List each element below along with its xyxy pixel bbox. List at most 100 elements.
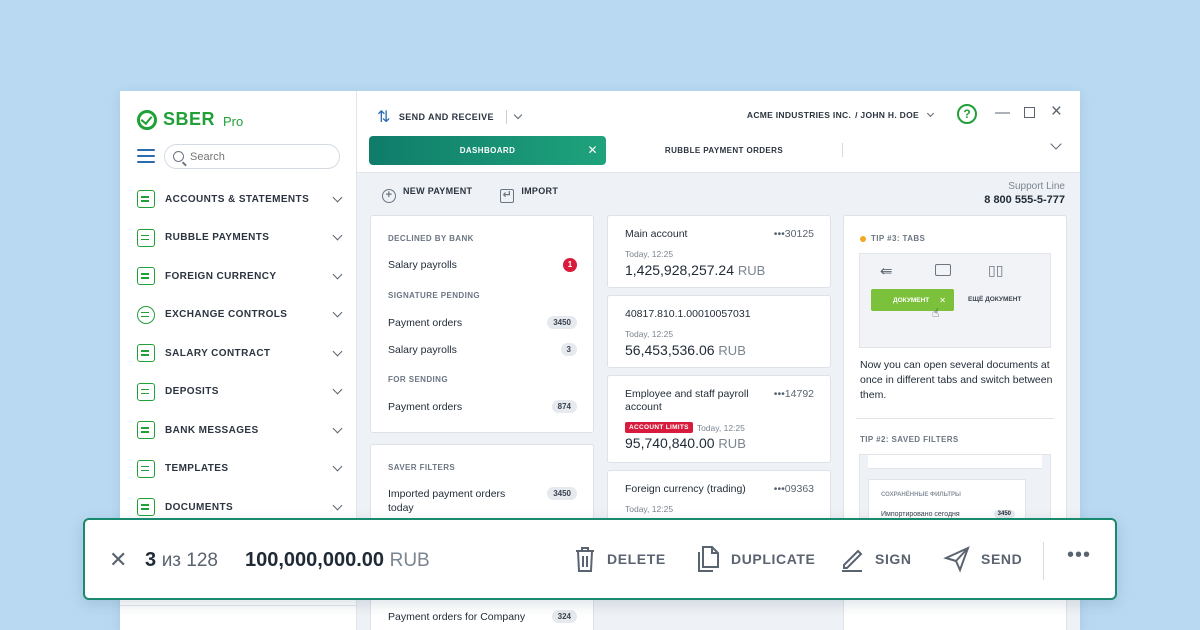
sign-label: SIGN (875, 551, 912, 567)
sidebar-item-label: EXCHANGE CONTROLS (165, 309, 288, 321)
new-payment-label: NEW PAYMENT (403, 186, 473, 196)
account-limits-badge: ACCOUNT LIMITS (625, 422, 693, 433)
account-date: Today, 12:25 (625, 504, 674, 514)
chevron-down-icon (332, 307, 343, 318)
account-card[interactable]: 40817.810.1.00010057031 Today, 12:25 56,… (607, 295, 831, 368)
mail-icon (137, 421, 155, 440)
maximize-icon[interactable] (1024, 107, 1035, 118)
trash-icon (576, 547, 594, 572)
tip2-title: TIP #2: SAVED FILTERS (860, 435, 959, 444)
paper-plane-icon (943, 546, 970, 573)
duplicate-button[interactable]: DUPLICATE (695, 545, 815, 573)
support-phone[interactable]: 8 800 555-5-777 (984, 194, 1065, 206)
list-item[interactable]: Imported payment orders today 3450 (388, 487, 577, 515)
send-button[interactable]: SEND (943, 545, 1022, 573)
import-button[interactable]: ↵ IMPORT (500, 186, 558, 203)
divider (505, 110, 507, 124)
count-badge: 324 (551, 610, 577, 623)
declined-title: DECLINED BY BANK (388, 234, 474, 243)
account-card[interactable]: Main account •••30125 Today, 12:25 1,425… (607, 215, 831, 288)
cursor-icon: ☝ (932, 306, 940, 320)
list-item[interactable]: Payment orders 3450 (388, 316, 577, 329)
tip3-text: Now you can open several documents at on… (860, 359, 1053, 401)
send-receive-button[interactable]: ⇅ SEND AND RECEIVE (377, 107, 523, 127)
account-switcher[interactable]: ACME INDUSTRIES INC. / JOHN H. DOE (746, 109, 935, 120)
list-item[interactable]: Payment orders for Company 324 (388, 610, 577, 623)
tab-rubble-payment-orders[interactable]: RUBBLE PAYMENT ORDERS (606, 136, 842, 165)
send-label: SEND (981, 551, 1023, 567)
amount-value: 1,425,928,257.24 (625, 262, 734, 278)
chevron-down-icon (332, 423, 343, 434)
selection-sum: 100,000,000.00 RUB (245, 549, 430, 572)
delete-button[interactable]: DELETE (573, 545, 666, 573)
account-date: Today, 12:25 (696, 422, 745, 433)
account-number: •••30125 (773, 228, 814, 240)
list-item-label: Payment orders for Company (388, 610, 526, 623)
sidebar-item-label: DEPOSITS (165, 386, 219, 398)
sidebar-item-accounts[interactable]: ACCOUNTS & STATEMENTS (120, 180, 357, 219)
sidebar-item-label: FOREIGN CURRENCY (165, 270, 277, 282)
minimize-icon[interactable]: — (995, 104, 1010, 121)
sign-button[interactable]: SIGN (839, 545, 912, 573)
status-card: DECLINED BY BANK Salary payrolls 1 SIGNAT… (370, 215, 594, 433)
account-date: Today, 12:25 (625, 249, 674, 259)
duplicate-label: DUPLICATE (731, 551, 816, 567)
account-name: Foreign currency (trading) (625, 483, 746, 495)
toolbar: + NEW PAYMENT ↵ IMPORT (382, 186, 558, 203)
tip-indicator-icon (860, 235, 866, 242)
close-tab-icon[interactable]: ✕ (588, 143, 598, 157)
close-icon[interactable]: × (1051, 101, 1062, 123)
list-item[interactable]: Salary payrolls 3 (388, 343, 577, 356)
account-card[interactable]: Employee and staff payroll account •••14… (607, 375, 831, 463)
search-icon (173, 151, 184, 162)
chevron-down-icon (332, 500, 343, 511)
tab-divider (842, 143, 843, 157)
account-number: •••09363 (773, 483, 814, 495)
sber-logo-icon (137, 109, 157, 130)
sidebar-item-deposits[interactable]: DEPOSITS (120, 373, 357, 412)
amount-value: 56,453,536.06 (625, 342, 715, 358)
menu-icon[interactable] (137, 149, 155, 163)
import-label: IMPORT (521, 186, 559, 196)
search-input[interactable] (190, 150, 330, 163)
list-item-label: Salary payrolls (388, 259, 457, 271)
amount-value: 95,740,840.00 (625, 435, 715, 451)
logo[interactable]: SBER Pro (137, 109, 243, 130)
sidebar-item-rubble-payments[interactable]: RUBBLE PAYMENTS (120, 219, 357, 258)
safe-icon (137, 382, 155, 401)
sidebar-item-templates[interactable]: TEMPLATES (120, 450, 357, 489)
account-name: Main account (625, 228, 688, 240)
tip3-doc-tab: ДОКУМЕНТ ✕ (871, 289, 954, 311)
logo-brand: SBER (163, 109, 216, 129)
filters-title: SAVER FILTERS (388, 463, 456, 472)
sidebar-item-foreign-currency[interactable]: FOREIGN CURRENCY (120, 257, 357, 296)
help-icon[interactable]: ? (957, 104, 977, 124)
count-badge: 3450 (547, 316, 577, 329)
list-item-label: Payment orders (388, 400, 463, 413)
chevron-down-icon[interactable] (513, 110, 523, 120)
top-bar: ⇅ SEND AND RECEIVE ACME INDUSTRIES INC. … (357, 91, 1080, 173)
list-item[interactable]: Payment orders 874 (388, 400, 577, 413)
wallet-icon (137, 344, 155, 363)
sidebar-item-label: RUBBLE PAYMENTS (165, 232, 270, 244)
import-icon: ⇚ (880, 263, 893, 280)
list-item[interactable]: Salary payrolls 1 (388, 258, 577, 272)
tab-dashboard[interactable]: DASHBOARD ✕ (369, 136, 606, 165)
tabs-overflow-chevron-icon[interactable] (1050, 138, 1062, 150)
sum-currency: RUB (389, 550, 430, 571)
clear-selection-icon[interactable]: ✕ (109, 547, 127, 573)
chevron-down-icon (926, 109, 935, 117)
tip3-header: TIP #3: TABS (860, 234, 925, 243)
sidebar-item-exchange-controls[interactable]: EXCHANGE CONTROLS (120, 296, 357, 335)
more-options-icon[interactable]: ••• (1067, 544, 1091, 567)
sidebar-item-bank-messages[interactable]: BANK MESSAGES (120, 411, 357, 450)
pen-icon (842, 549, 863, 572)
chevron-down-icon (332, 192, 343, 203)
company-name: ACME INDUSTRIES INC. (746, 110, 852, 120)
chevron-down-icon (332, 346, 343, 357)
new-payment-button[interactable]: + NEW PAYMENT (382, 186, 472, 203)
chevron-down-icon (332, 384, 343, 395)
sidebar-item-salary-contract[interactable]: SALARY CONTRACT (120, 334, 357, 373)
search-box[interactable] (164, 144, 340, 169)
count-badge: 3 (560, 343, 577, 356)
